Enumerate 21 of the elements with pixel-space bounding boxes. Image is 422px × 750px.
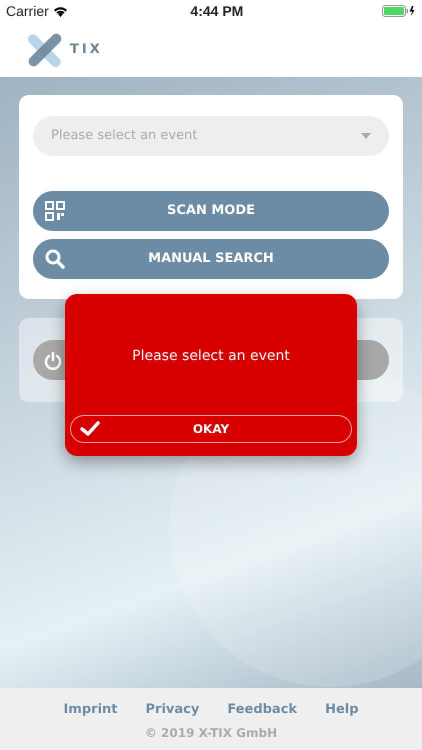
footer-link[interactable]: Help bbox=[325, 700, 359, 720]
power-icon bbox=[43, 350, 63, 371]
wifi-icon bbox=[52, 6, 68, 16]
copyright-text: © 2019 X-TIX GmbH bbox=[144, 724, 278, 742]
manual-search-button[interactable]: MANUAL SEARCH bbox=[33, 239, 389, 279]
logo-icon bbox=[28, 32, 62, 66]
okay-button[interactable]: OKAY bbox=[70, 415, 352, 443]
alert-message: Please select an event bbox=[131, 347, 291, 366]
search-icon bbox=[45, 249, 65, 269]
logo-text: TIX bbox=[70, 40, 103, 59]
check-icon bbox=[80, 421, 100, 437]
qr-code-icon bbox=[45, 201, 65, 221]
carrier-name: Carrier bbox=[6, 2, 49, 20]
event-dropdown[interactable]: Please select an event bbox=[33, 116, 389, 156]
footer-link[interactable]: Feedback bbox=[227, 700, 298, 720]
footer-link[interactable]: Privacy bbox=[146, 700, 200, 720]
caret-icon bbox=[361, 133, 371, 139]
footer-link[interactable]: Imprint bbox=[63, 700, 118, 720]
clock-time: 4:44 PM bbox=[190, 2, 244, 20]
scan-mode-button[interactable]: SCAN MODE bbox=[33, 191, 389, 231]
battery-icon bbox=[382, 5, 416, 17]
